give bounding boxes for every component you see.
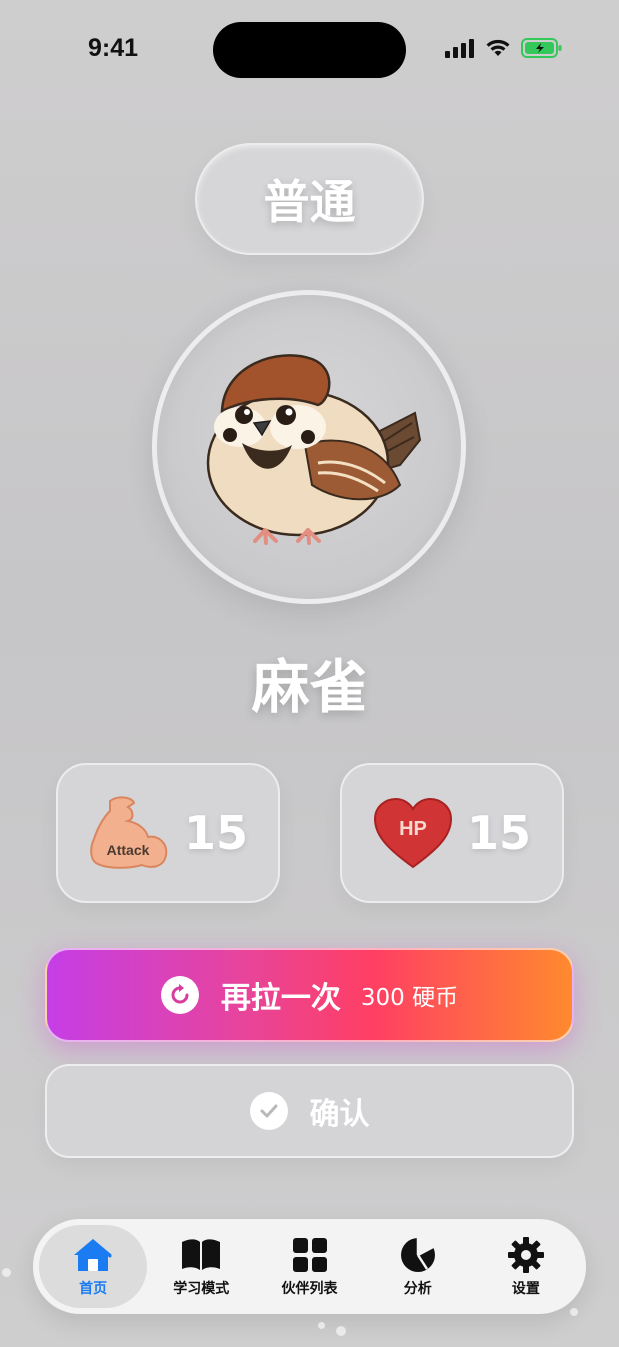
tab-home[interactable]: 首页 <box>39 1225 148 1308</box>
hp-icon-text: HP <box>399 818 427 840</box>
dynamic-island <box>213 22 406 78</box>
tab-study-mode[interactable]: 学习模式 <box>147 1225 255 1308</box>
tab-companion-list[interactable]: 伙伴列表 <box>255 1225 363 1308</box>
attack-stat-card: Attack 15 <box>56 763 280 903</box>
rarity-label: 普通 <box>263 175 356 229</box>
tab-label: 设置 <box>511 1280 540 1297</box>
confirm-button[interactable]: 确认 <box>45 1064 574 1158</box>
signal-icon <box>445 39 474 58</box>
wifi-icon <box>486 39 510 56</box>
battery-icon <box>521 38 562 58</box>
tab-label: 分析 <box>403 1280 432 1297</box>
tab-settings[interactable]: 设置 <box>472 1225 580 1308</box>
grid-icon <box>289 1236 331 1274</box>
tab-label: 伙伴列表 <box>281 1280 338 1297</box>
reroll-label: 再拉一次 <box>220 981 341 1016</box>
gear-icon <box>505 1236 547 1274</box>
status-time: 9:41 <box>88 34 139 62</box>
hp-value: 15 <box>466 806 531 860</box>
tab-bar: 首页 学习模式 伙伴列表 分析 设置 <box>33 1219 586 1314</box>
heart-hp-icon: HP <box>373 797 452 869</box>
reroll-button[interactable]: 再拉一次 300 硬币 <box>45 948 574 1042</box>
checkmark-icon <box>249 1092 288 1130</box>
tab-analysis[interactable]: 分析 <box>364 1225 472 1308</box>
rarity-badge: 普通 <box>195 143 424 255</box>
status-icons <box>445 38 563 58</box>
hp-stat-card: HP 15 <box>340 763 564 903</box>
decorative-bokeh <box>2 1268 11 1277</box>
sparrow-illustration <box>206 354 422 545</box>
decorative-bokeh <box>318 1322 325 1329</box>
book-icon <box>180 1236 222 1274</box>
tab-label: 首页 <box>79 1280 108 1297</box>
confirm-label: 确认 <box>309 1097 370 1132</box>
creature-name: 麻雀 <box>251 653 368 721</box>
pie-chart-icon <box>397 1236 439 1274</box>
refresh-icon <box>160 976 199 1014</box>
decorative-bokeh <box>336 1326 346 1336</box>
decorative-bokeh <box>570 1308 578 1316</box>
tab-label: 学习模式 <box>173 1280 230 1297</box>
attack-icon-text: Attack <box>107 842 150 858</box>
status-bar: 9:41 <box>0 0 619 100</box>
attack-arm-icon: Attack <box>90 796 168 869</box>
reroll-cost: 300 硬币 <box>360 985 459 1011</box>
attack-value: 15 <box>183 806 248 860</box>
home-icon <box>72 1236 114 1274</box>
